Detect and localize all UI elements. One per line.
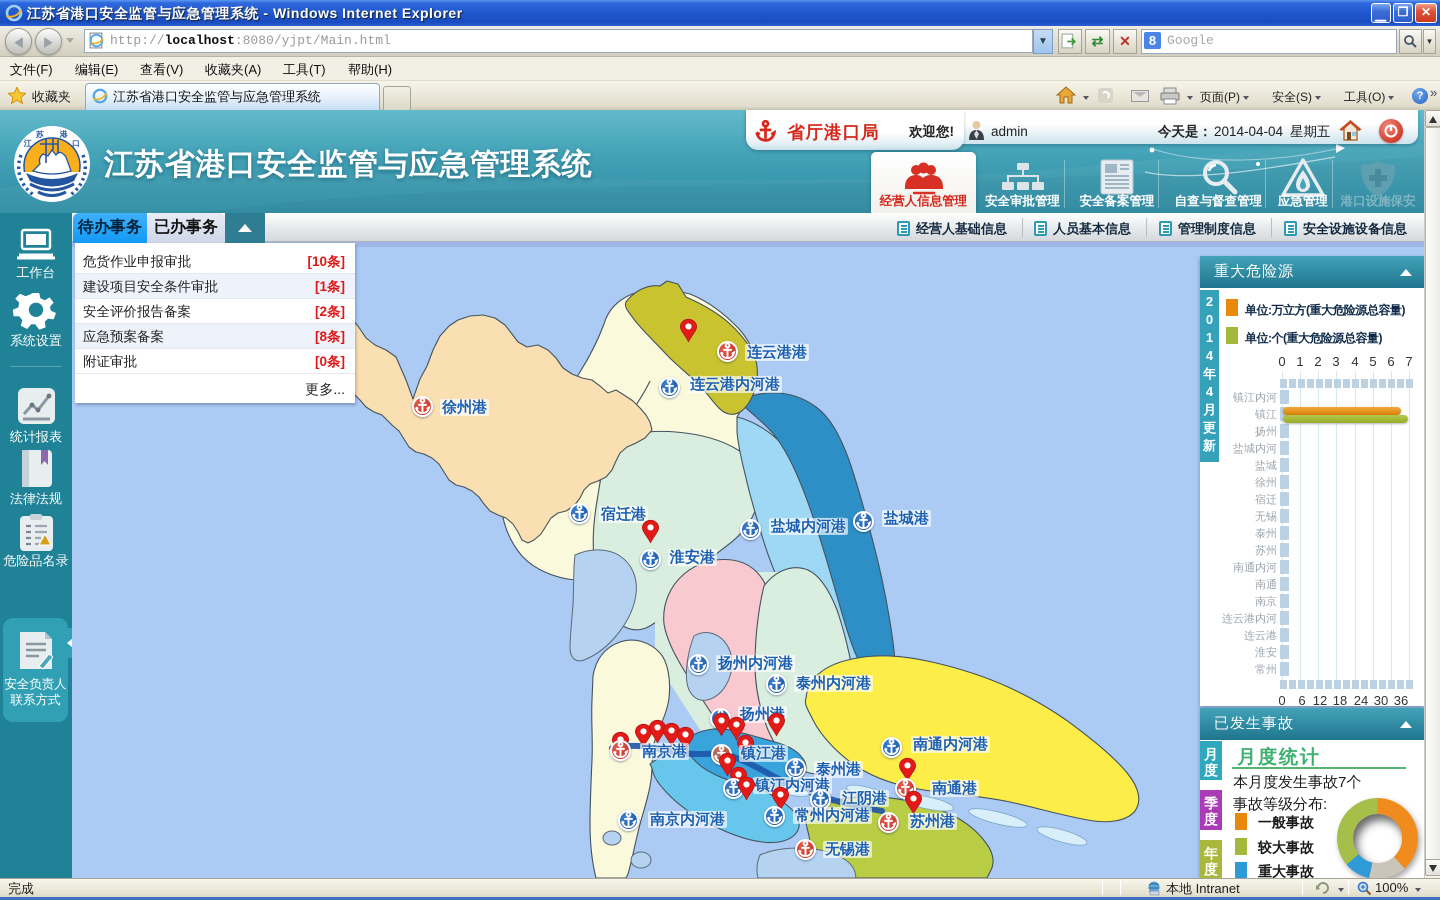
svg-text:口: 口 [72, 139, 80, 148]
svg-text:江: 江 [23, 139, 32, 148]
svg-text:苏: 苏 [35, 130, 45, 139]
svg-text:港: 港 [59, 129, 69, 139]
